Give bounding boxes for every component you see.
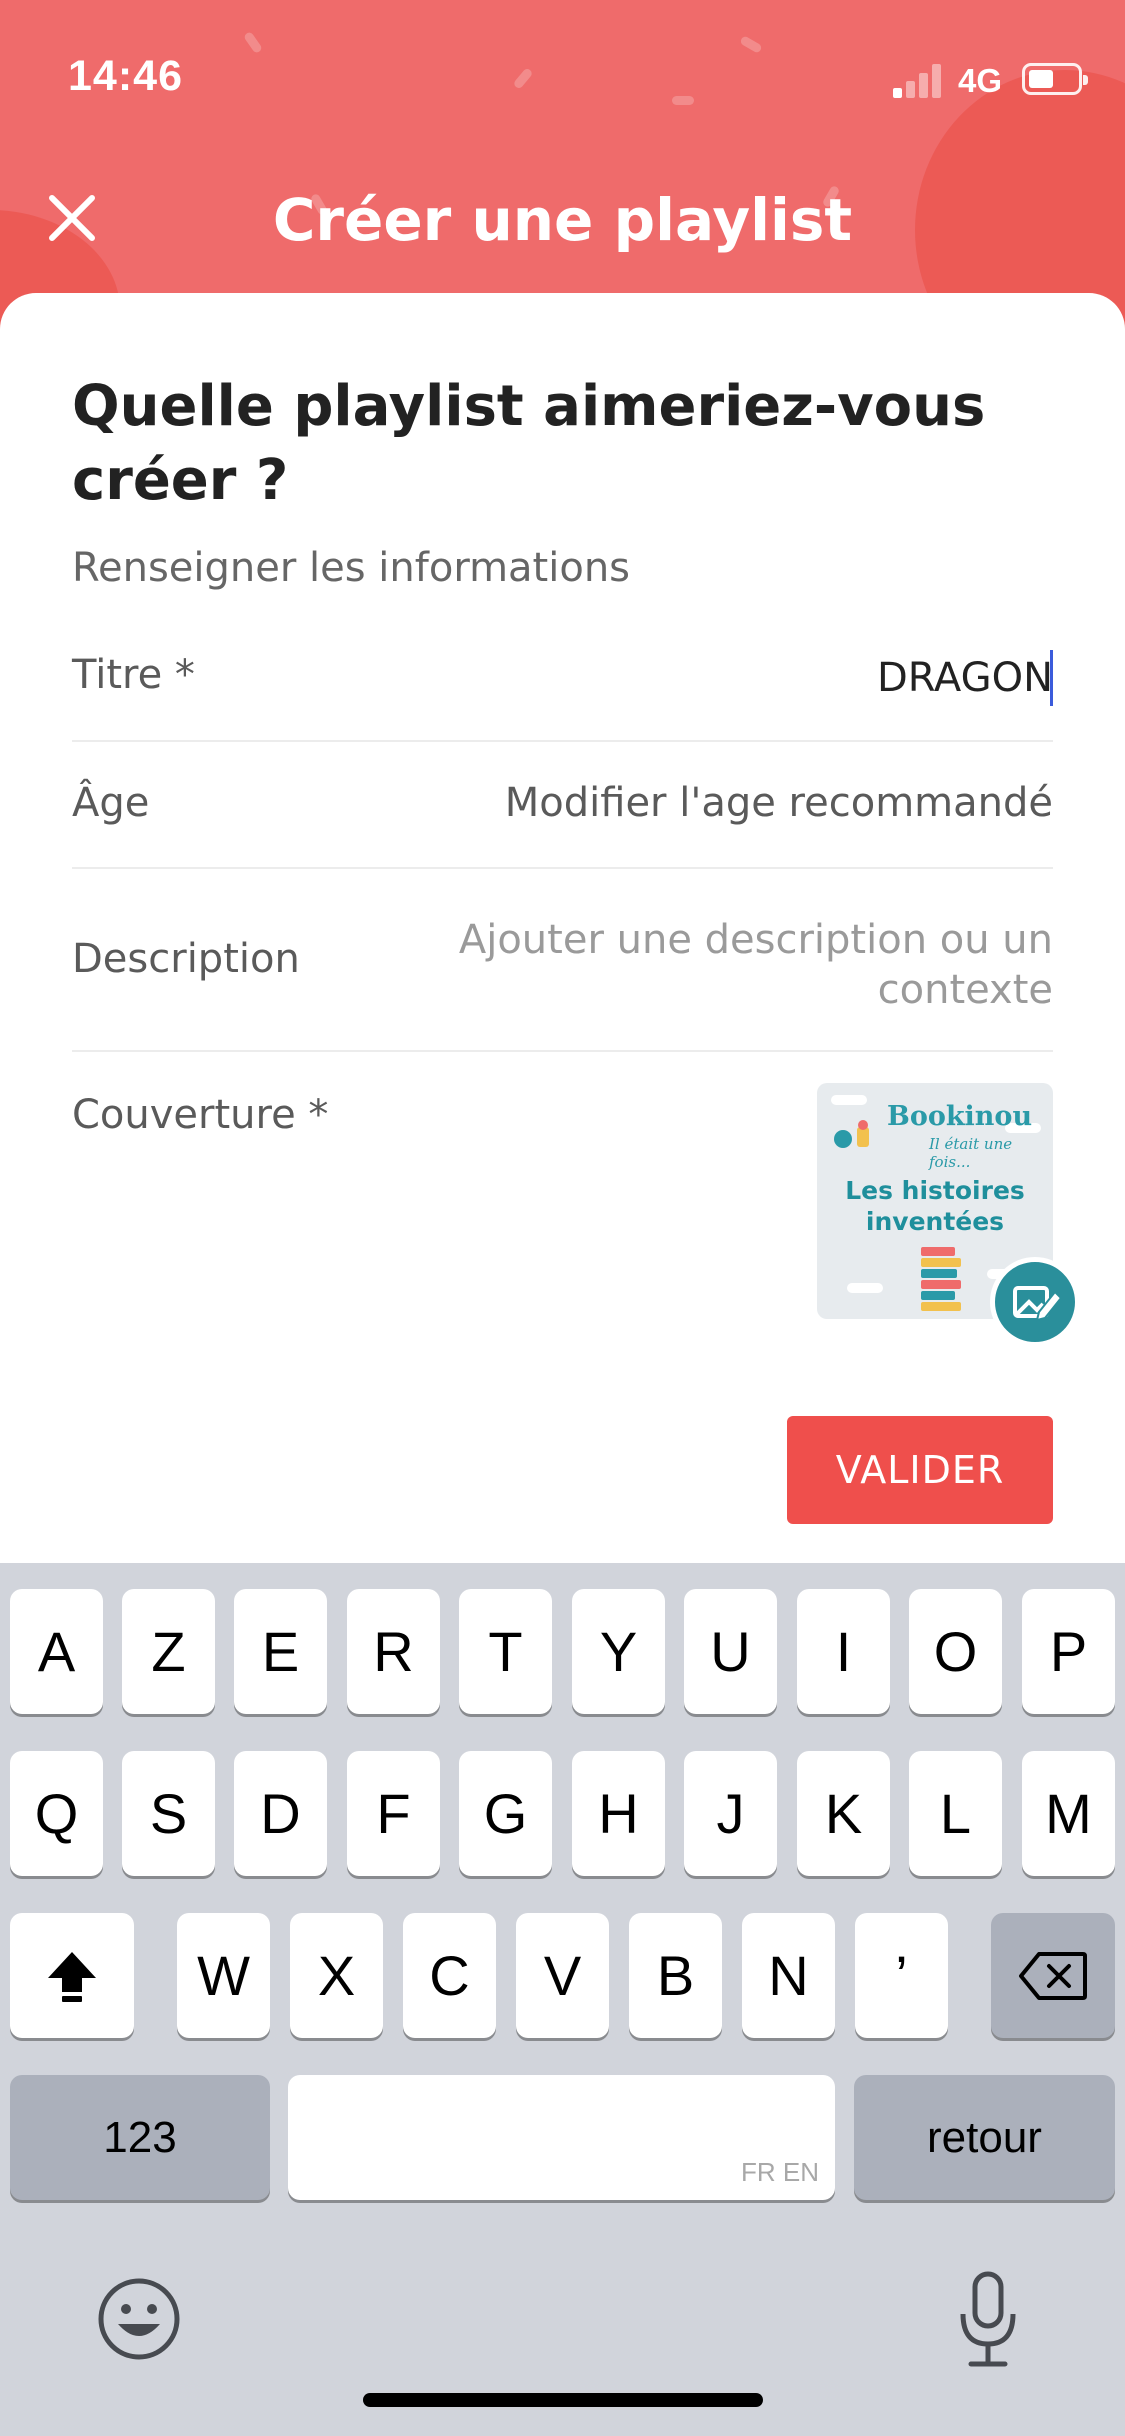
books-icon	[921, 1247, 961, 1313]
cloud-decoration	[831, 1095, 867, 1105]
key[interactable]: Y	[572, 1589, 665, 1714]
numbers-key[interactable]: 123	[10, 2075, 270, 2200]
key[interactable]: L	[909, 1751, 1002, 1876]
title-input[interactable]	[553, 648, 1053, 708]
description-label: Description	[72, 936, 300, 982]
age-label: Âge	[72, 780, 150, 826]
key[interactable]: C	[403, 1913, 496, 2038]
form-subtitle: Renseigner les informations	[72, 545, 631, 591]
description-input[interactable]: Ajouter une description ou un contexte	[453, 915, 1053, 1015]
key[interactable]: G	[459, 1751, 552, 1876]
cover-brand: Bookinou	[887, 1101, 1033, 1132]
key[interactable]: J	[684, 1751, 777, 1876]
key[interactable]: E	[234, 1589, 327, 1714]
backspace-icon	[1019, 1951, 1087, 2000]
validate-button[interactable]: VALIDER	[787, 1416, 1053, 1524]
divider	[72, 740, 1053, 742]
key[interactable]: W	[177, 1913, 270, 2038]
key[interactable]: V	[516, 1913, 609, 2038]
key[interactable]: P	[1022, 1589, 1115, 1714]
key[interactable]: M	[1022, 1751, 1115, 1876]
header-decoration	[739, 35, 763, 54]
space-key[interactable]: FR EN	[288, 2075, 835, 2200]
key[interactable]: R	[347, 1589, 440, 1714]
key[interactable]: A	[10, 1589, 103, 1714]
status-time: 14:46	[68, 52, 183, 100]
key[interactable]: ’	[855, 1913, 948, 2038]
header-decoration	[512, 67, 534, 90]
backspace-key[interactable]	[991, 1913, 1115, 2038]
key[interactable]: I	[797, 1589, 890, 1714]
app-header: 14:46 4G Créer une playlist	[0, 0, 1125, 330]
battery-icon	[1022, 63, 1088, 95]
shift-key[interactable]	[10, 1913, 134, 2038]
space-language-hint: FR EN	[741, 2157, 819, 2187]
microphone-icon[interactable]	[955, 2270, 1021, 2370]
network-type: 4G	[958, 62, 1003, 99]
age-selector[interactable]: Modifier l'age recommandé	[505, 780, 1053, 826]
divider	[72, 867, 1053, 869]
edit-image-icon[interactable]	[990, 1257, 1080, 1347]
cover-title: Les histoires inventées	[845, 1176, 1025, 1236]
key[interactable]: F	[347, 1751, 440, 1876]
key[interactable]: U	[684, 1589, 777, 1714]
cover-tagline: Il était une fois...	[929, 1135, 1013, 1171]
return-key[interactable]: retour	[854, 2075, 1115, 2200]
divider	[72, 1050, 1053, 1052]
form-question: Quelle playlist aimeriez-vous créer ?	[72, 374, 986, 513]
header-decoration	[243, 30, 263, 55]
header-decoration	[672, 96, 694, 105]
page-title: Créer une playlist	[272, 186, 853, 254]
key[interactable]: X	[290, 1913, 383, 2038]
key[interactable]: D	[234, 1751, 327, 1876]
key[interactable]: H	[572, 1751, 665, 1876]
cloud-decoration	[847, 1283, 883, 1293]
text-cursor	[1050, 650, 1053, 706]
key[interactable]: Q	[10, 1751, 103, 1876]
key[interactable]: B	[629, 1913, 722, 2038]
shift-icon	[48, 1951, 96, 2002]
emoji-icon[interactable]	[96, 2276, 182, 2362]
cover-label: Couverture *	[72, 1092, 329, 1138]
characters-icon	[834, 1120, 869, 1148]
home-indicator[interactable]	[363, 2393, 763, 2407]
title-label: Titre *	[72, 652, 195, 698]
key[interactable]: Z	[122, 1589, 215, 1714]
key[interactable]: T	[459, 1589, 552, 1714]
key[interactable]: N	[742, 1913, 835, 2038]
signal-icon	[893, 62, 945, 98]
key[interactable]: K	[797, 1751, 890, 1876]
key[interactable]: O	[909, 1589, 1002, 1714]
key[interactable]: S	[122, 1751, 215, 1876]
